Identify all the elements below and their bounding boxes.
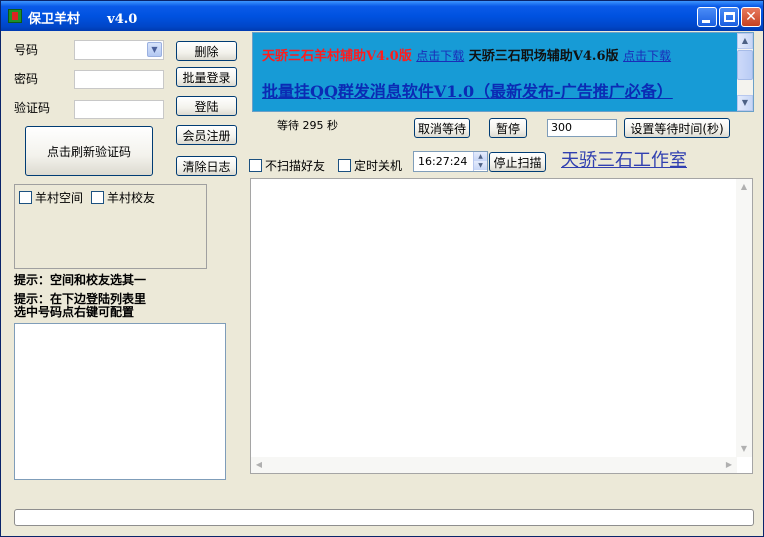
ad-panel: 天骄三石羊村辅助V4.0版 点击下载 天骄三石职场辅助V4.6版 点击下载 批量… [252,32,754,112]
pause-button[interactable]: 暂停 [489,118,527,138]
ad-headline-link[interactable]: 批量挂QQ群发消息软件V1.0（最新发布-广告推广必备） [262,78,673,102]
ad-product1: 天骄三石羊村辅助V4.0版 [262,49,412,64]
ad-product2: 天骄三石职场辅助V4.6版 [468,49,619,64]
stop-scan-button[interactable]: 停止扫描 [489,152,546,172]
scroll-thumb[interactable] [737,50,753,80]
maximize-button[interactable] [719,7,739,27]
hint-right-click: 选中号码点右键可配置 [14,305,135,319]
shutdown-time-picker[interactable]: 16:27:24 ▲ ▼ [413,151,488,172]
scroll-up-icon[interactable]: ▲ [737,33,753,49]
scroll-right-icon[interactable]: ▶ [721,457,737,473]
checkbox-box[interactable] [338,159,351,172]
village-school-label: 羊村校友 [107,191,156,205]
title-bar[interactable]: 保卫羊村 v4.0 ✕ [1,1,763,31]
ad-download1-link[interactable]: 点击下载 [416,49,464,63]
village-school-checkbox[interactable]: 羊村校友 [91,189,155,206]
ad-scrollbar[interactable]: ▲ ▼ [737,33,753,111]
scroll-down-icon[interactable]: ▼ [736,441,752,457]
account-label: 号码 [14,43,39,57]
timed-shutdown-checkbox[interactable]: 定时关机 [338,157,402,174]
progress-bar [14,509,754,526]
close-icon: ✕ [745,9,757,25]
no-scan-friends-label: 不扫描好友 [265,159,326,173]
spin-down-icon[interactable]: ▼ [474,161,487,170]
minimize-icon [702,20,710,23]
log-textarea[interactable]: ▲ ▼ ◀ ▶ [250,178,753,474]
ad-line-products: 天骄三石羊村辅助V4.0版 点击下载 天骄三石职场辅助V4.6版 点击下载 [262,45,671,64]
village-space-label: 羊村空间 [35,191,84,205]
scroll-down-icon[interactable]: ▼ [737,95,753,111]
register-button[interactable]: 会员注册 [176,125,237,145]
shutdown-time-value: 16:27:24 [418,155,468,168]
timed-shutdown-label: 定时关机 [354,159,403,173]
login-account-list[interactable] [14,323,226,480]
password-label: 密码 [14,72,39,86]
captcha-field[interactable] [74,100,164,119]
set-wait-time-button[interactable]: 设置等待时间(秒) [624,118,730,138]
minimize-button[interactable] [697,7,717,27]
wait-seconds-input[interactable]: 300 [547,119,617,137]
clear-log-button[interactable]: 清除日志 [176,156,237,176]
app-window: 保卫羊村 v4.0 ✕ 号码 ▼ 密码 验证码 删除 批量登录 登陆 会员注册 … [0,0,764,537]
batch-login-button[interactable]: 批量登录 [176,67,237,87]
app-icon [8,9,22,23]
ad-download2-link[interactable]: 点击下载 [623,49,671,63]
captcha-label: 验证码 [14,101,51,115]
login-button[interactable]: 登陆 [176,96,237,116]
refresh-captcha-button[interactable]: 点击刷新验证码 [25,126,153,176]
wait-status: 等待 295 秒 [277,119,338,132]
checkbox-box[interactable] [249,159,262,172]
password-field[interactable] [74,70,164,89]
spin-up-icon[interactable]: ▲ [474,152,487,161]
scroll-up-icon[interactable]: ▲ [736,179,752,195]
cancel-wait-button[interactable]: 取消等待 [414,118,470,138]
chevron-down-icon[interactable]: ▼ [147,42,162,57]
village-space-checkbox[interactable]: 羊村空间 [19,189,83,206]
window-title: 保卫羊村 v4.0 [28,12,138,27]
delete-button[interactable]: 删除 [176,41,237,61]
log-horizontal-scrollbar[interactable]: ◀ ▶ [251,457,737,473]
close-button[interactable]: ✕ [741,7,761,27]
account-combobox[interactable]: ▼ [74,40,164,60]
no-scan-friends-checkbox[interactable]: 不扫描好友 [249,157,325,174]
hint-choose-one: 提示：空间和校友选其一 [14,273,147,287]
maximize-icon [724,12,735,22]
studio-link[interactable]: 天骄三石工作室 [561,146,687,172]
time-spinner[interactable]: ▲ ▼ [473,152,487,171]
checkbox-box[interactable] [19,191,32,204]
log-vertical-scrollbar[interactable]: ▲ ▼ [736,179,752,457]
checkbox-box[interactable] [91,191,104,204]
scroll-left-icon[interactable]: ◀ [251,457,267,473]
